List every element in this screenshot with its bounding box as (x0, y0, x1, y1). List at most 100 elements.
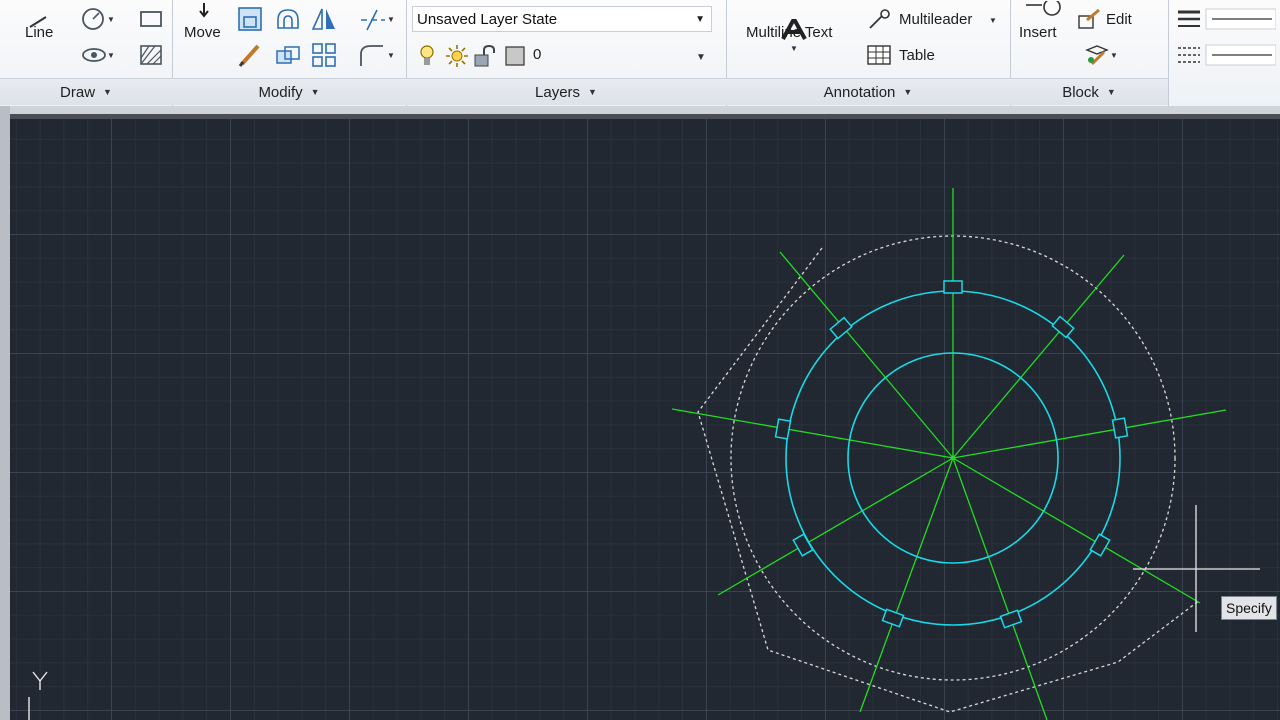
chevron-down-icon: ▼ (103, 87, 112, 97)
viewport-frame-left (0, 106, 10, 720)
move-tool[interactable] (182, 0, 226, 20)
pencil-icon (238, 44, 260, 67)
center-point (950, 455, 956, 461)
block-panel-title[interactable]: Block ▼ (1010, 78, 1168, 105)
fillet-tool[interactable]: ▼ (348, 40, 404, 70)
insert-tool[interactable] (1014, 0, 1070, 20)
rectangle-tool[interactable] (134, 6, 168, 32)
lineweight-tool[interactable] (1172, 6, 1276, 32)
sun-icon (446, 45, 468, 67)
rotate-icon (276, 46, 300, 64)
chevron-down-icon: ▼ (310, 87, 320, 97)
chevron-down-icon: ▼ (588, 87, 597, 97)
hatch-tool[interactable] (134, 42, 168, 68)
tab-marker (792, 533, 814, 557)
insert-label: Insert (1019, 24, 1057, 41)
erase-tool[interactable] (234, 40, 266, 70)
move-label: Move (184, 24, 221, 41)
center-line (952, 457, 1048, 720)
chevron-down-icon: ▼ (903, 87, 913, 97)
hatch-icon (140, 45, 162, 65)
rotate-tool[interactable] (272, 40, 304, 70)
block-editor-tool[interactable]: ▼ (1076, 42, 1126, 68)
lightbulb-icon (420, 45, 434, 65)
insert-block-icon (1026, 1, 1061, 16)
circle-dropdown-icon[interactable]: ▼ (107, 15, 115, 24)
layer-color-swatch[interactable] (504, 45, 526, 67)
modify-panel-label: Modify (258, 83, 303, 101)
annotation-panel: Multiline Text ▼ Multileader ▼ Table Ann… (726, 0, 1011, 106)
center-line (779, 251, 954, 459)
layers-panel: Unsaved Layer State ▼ 0 ▼ Layers ▼ (406, 0, 727, 106)
multileader-label: Multileader (899, 11, 973, 28)
tab-marker (943, 280, 963, 294)
view-tool[interactable]: ▼ (74, 42, 122, 68)
color-swatch-icon (505, 46, 525, 66)
array-icon (312, 43, 336, 67)
multiline-text-dropdown-icon[interactable]: ▼ (790, 44, 798, 53)
current-layer-name[interactable]: 0 (533, 46, 541, 63)
table-label: Table (899, 47, 935, 64)
fillet-dropdown-icon[interactable]: ▼ (387, 51, 395, 60)
edit-block-tool[interactable] (1076, 6, 1104, 32)
tab-marker (1089, 533, 1111, 557)
mirror-icon (311, 8, 335, 30)
table-icon (867, 45, 891, 65)
fillet-icon (360, 45, 384, 66)
layers-panel-label: Layers (535, 83, 581, 101)
stretch-tool[interactable] (272, 4, 304, 34)
layer-state-value: Unsaved Layer State (417, 10, 558, 28)
draw-panel-title[interactable]: Draw ▼ (0, 78, 172, 105)
tab-marker (1051, 315, 1075, 339)
layer-freeze-toggle[interactable] (444, 42, 470, 70)
block-editor-dropdown-icon[interactable]: ▼ (1110, 51, 1118, 60)
array-tool[interactable] (308, 40, 340, 70)
drawing-viewport[interactable]: Y (10, 119, 1280, 720)
multileader-dropdown-icon[interactable]: ▼ (989, 16, 997, 25)
block-panel-label: Block (1062, 83, 1099, 101)
center-line (671, 408, 954, 459)
modify-panel: Move ▼ ▼ Modify ▼ (172, 0, 407, 106)
trim-tool[interactable]: ▼ (348, 4, 404, 34)
center-line (952, 409, 1227, 459)
block-attribute-icon (1085, 45, 1109, 66)
chevron-down-icon: ▼ (1106, 87, 1116, 97)
annotation-panel-title[interactable]: Annotation ▼ (726, 78, 1010, 105)
edit-label: Edit (1106, 11, 1132, 28)
tab-marker (999, 609, 1023, 629)
lineweight-icon (1178, 8, 1276, 30)
tooltip-text: Specify (1226, 600, 1272, 616)
layer-on-toggle[interactable] (416, 42, 438, 70)
ribbon: Line ▼ ▼ Draw ▼ Move ▼ ▼ Modify ▼ Unsave… (0, 0, 1280, 107)
tab-marker (1111, 417, 1129, 439)
layer-state-dropdown[interactable]: Unsaved Layer State ▼ (412, 6, 712, 32)
linetype-icon (1178, 44, 1276, 66)
annotation-panel-label: Annotation (823, 83, 896, 101)
modify-panel-title[interactable]: Modify ▼ (172, 78, 406, 105)
trim-dropdown-icon[interactable]: ▼ (387, 15, 395, 24)
mirror-tool[interactable] (308, 4, 340, 34)
circle-tabs (774, 280, 1129, 629)
multileader-icon (869, 9, 890, 29)
circle-icon (82, 8, 104, 30)
trim-icon (361, 9, 386, 31)
edit-block-icon (1078, 8, 1100, 29)
layer-dropdown-icon[interactable]: ▼ (696, 52, 706, 63)
rectangle-icon (140, 11, 162, 27)
circle-tool[interactable]: ▼ (74, 6, 122, 32)
center-line (859, 457, 954, 713)
copy-icon (238, 7, 262, 31)
stretch-icon (277, 9, 299, 29)
view-dropdown-icon[interactable]: ▼ (107, 51, 115, 60)
properties-panel (1168, 0, 1280, 106)
tab-marker (774, 418, 792, 440)
layers-panel-title[interactable]: Layers ▼ (406, 78, 726, 105)
center-line (717, 457, 954, 596)
linetype-tool[interactable] (1172, 42, 1276, 68)
center-lines (671, 188, 1227, 720)
move-icon (199, 3, 209, 18)
drawing-canvas[interactable] (10, 119, 1280, 720)
layer-lock-toggle[interactable] (472, 42, 498, 70)
copy-tool[interactable] (234, 4, 266, 34)
block-panel: Insert Edit ▼ Block ▼ (1010, 0, 1169, 106)
